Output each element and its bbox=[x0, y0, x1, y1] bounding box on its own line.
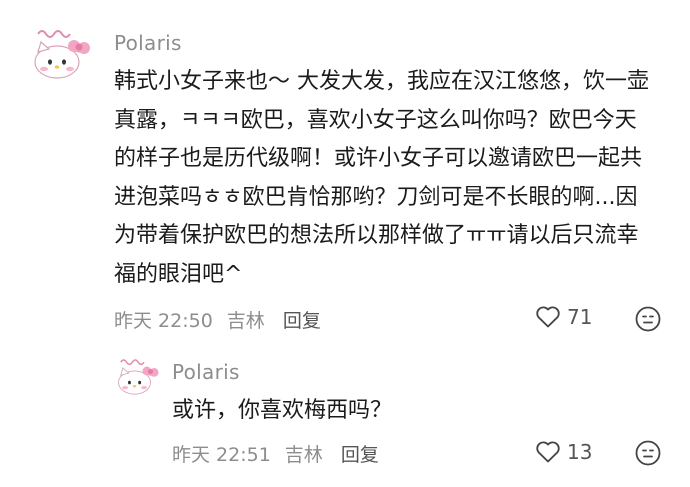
comment-username[interactable]: Polaris bbox=[114, 31, 182, 55]
comment-meta: 昨天 22:50 吉林 回复 bbox=[114, 306, 321, 333]
reply-reply-button[interactable]: 回复 bbox=[341, 440, 379, 467]
reply-react-button[interactable] bbox=[634, 439, 662, 471]
hello-kitty-avatar-icon bbox=[26, 20, 92, 86]
comment-body: 韩式小女子来也～ 大发大发，我应在汉江悠悠，饮一壶真露，ㅋㅋㅋ欧巴，喜欢小女子这… bbox=[114, 69, 649, 287]
avatar[interactable] bbox=[26, 20, 92, 86]
reply-avatar[interactable] bbox=[112, 352, 160, 400]
react-button[interactable] bbox=[634, 305, 662, 337]
comment-location: 吉林 bbox=[226, 310, 265, 332]
reply-like-count: 13 bbox=[567, 440, 593, 464]
emoji-face-icon bbox=[635, 306, 661, 332]
reply-meta: 昨天 22:51 吉林 回复 bbox=[172, 440, 379, 467]
reply-username[interactable]: Polaris bbox=[172, 360, 240, 384]
heart-outline-icon bbox=[536, 306, 560, 328]
hello-kitty-avatar-icon bbox=[112, 352, 160, 400]
reply-button[interactable]: 回复 bbox=[283, 306, 321, 333]
reply-like-button[interactable]: 13 bbox=[535, 440, 592, 464]
reply-location: 吉林 bbox=[284, 444, 323, 466]
heart-outline-icon bbox=[536, 441, 560, 463]
like-count: 71 bbox=[567, 305, 593, 329]
reply-time: 昨天 22:51 bbox=[172, 444, 271, 466]
comment-time: 昨天 22:50 bbox=[114, 310, 213, 332]
emoji-face-icon bbox=[635, 440, 661, 466]
like-button[interactable]: 71 bbox=[535, 305, 592, 329]
reply-body: 或许，你喜欢梅西吗？ bbox=[172, 398, 393, 423]
